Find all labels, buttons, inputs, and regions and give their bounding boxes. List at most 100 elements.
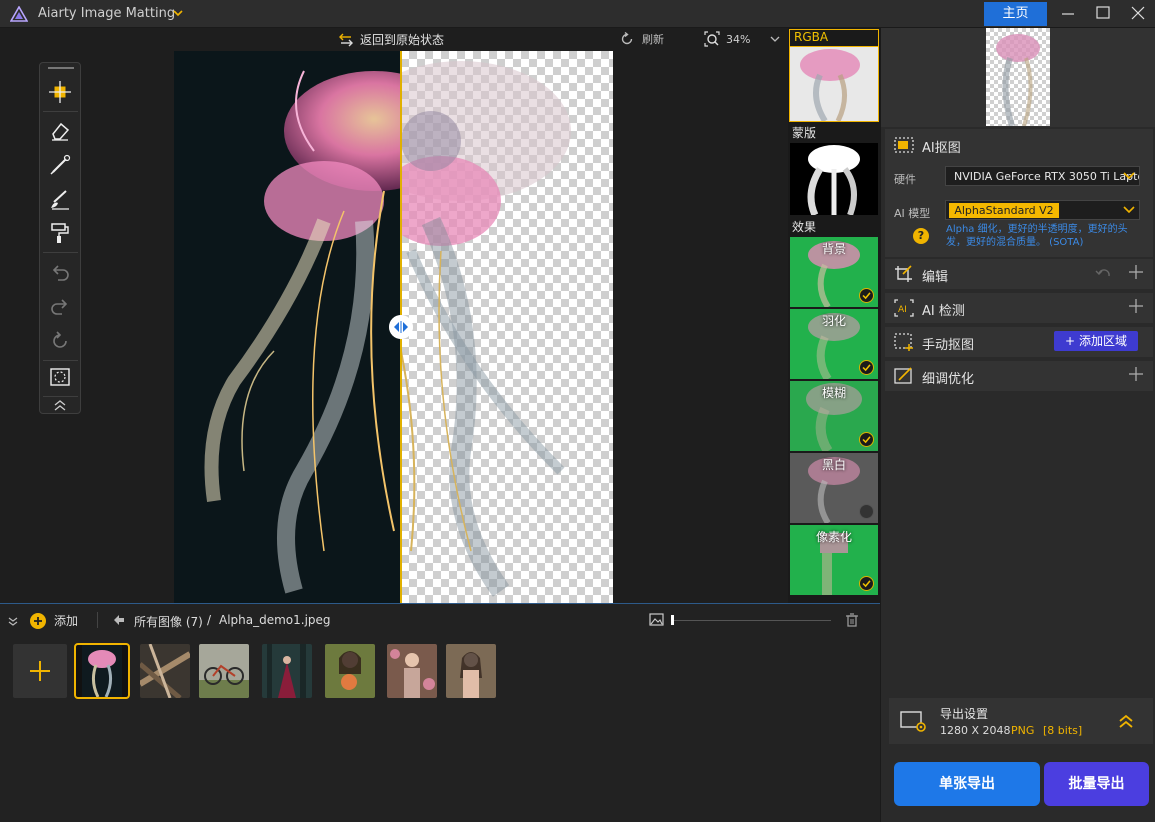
thumbnail-forest-woman[interactable] xyxy=(262,644,312,698)
single-export-button[interactable]: 单张导出 xyxy=(894,762,1040,806)
thumbnail-leaves[interactable] xyxy=(140,644,190,698)
add-image-tile[interactable] xyxy=(13,644,67,698)
move-tool-icon[interactable] xyxy=(49,81,71,103)
thumbnail-size-slider[interactable] xyxy=(671,620,831,621)
export-bits: [8 bits] xyxy=(1043,724,1083,737)
navigator-thumbnail[interactable] xyxy=(986,28,1050,126)
minimize-icon[interactable] xyxy=(1058,4,1078,22)
canvas-toolbar: 返回到原始状态 刷新 34% xyxy=(0,28,788,50)
thumbnail-woman-roses[interactable] xyxy=(387,644,437,698)
add-label: 添加 xyxy=(54,614,79,628)
thumbnail-image xyxy=(140,644,190,698)
undo-icon[interactable] xyxy=(1095,267,1111,281)
effect-pixelate[interactable]: 像素化 xyxy=(790,525,878,595)
mask-label: 蒙版 xyxy=(792,126,817,140)
divider xyxy=(43,360,78,361)
ai-matting-title: AI抠图 xyxy=(922,141,961,156)
brush-icon[interactable] xyxy=(49,154,71,176)
model-select[interactable]: AlphaStandard V2 xyxy=(945,200,1140,220)
divider xyxy=(97,612,98,628)
canvas-area[interactable]: 返回到原始状态 刷新 34% xyxy=(0,28,788,603)
jellyfish-original-image xyxy=(174,51,464,603)
batch-export-button[interactable]: 批量导出 xyxy=(1044,762,1149,806)
edit-section[interactable]: 编辑 xyxy=(885,259,1153,289)
plus-icon[interactable] xyxy=(1129,265,1143,279)
thumbnail-bicycle[interactable] xyxy=(199,644,249,698)
image-preview[interactable] xyxy=(174,51,613,603)
hardware-select[interactable]: NVIDIA GeForce RTX 3050 Ti Laptop xyxy=(945,166,1140,186)
back-arrow-icon[interactable] xyxy=(113,614,125,626)
close-icon[interactable] xyxy=(1128,4,1148,22)
gallery-toolbar: 添加 所有图像 (7) / Alpha_demo1.jpeg xyxy=(0,604,880,634)
thumbnail-woman-flowers[interactable] xyxy=(325,644,375,698)
effect-blur[interactable]: 模糊 xyxy=(790,381,878,451)
manual-select-icon xyxy=(894,333,913,351)
effect-name: 黑白 xyxy=(821,458,846,472)
export-settings[interactable]: 导出设置 1280 X 2048 PNG [8 bits] xyxy=(889,698,1153,744)
zoom-value: 34% xyxy=(726,32,751,46)
collapse-down-icon[interactable] xyxy=(8,616,18,626)
navigator-image xyxy=(996,34,1040,126)
redo-icon[interactable] xyxy=(49,295,71,317)
drag-handle[interactable] xyxy=(48,67,74,69)
add-region-button[interactable]: + 添加区域 xyxy=(1054,331,1138,351)
ai-detect-section[interactable]: AI AI 检测 xyxy=(885,293,1153,323)
check-icon xyxy=(859,288,874,303)
divider xyxy=(43,111,78,112)
plus-icon[interactable] xyxy=(1129,367,1143,381)
refresh-button[interactable]: 刷新 xyxy=(620,31,664,47)
plus-icon[interactable] xyxy=(1129,299,1143,313)
help-icon[interactable]: ? xyxy=(913,228,929,244)
thumbnail-jellyfish[interactable] xyxy=(74,643,130,699)
effect-feather[interactable]: 羽化 xyxy=(790,309,878,379)
image-gallery: 添加 所有图像 (7) / Alpha_demo1.jpeg xyxy=(0,603,880,822)
manual-matting-title: 手动抠图 xyxy=(922,338,975,353)
check-icon xyxy=(859,360,874,375)
undo-icon[interactable] xyxy=(49,261,71,283)
refine-title: 细调优化 xyxy=(922,372,975,387)
smart-brush-icon[interactable] xyxy=(49,188,71,210)
manual-matting-section[interactable]: 手动抠图 + 添加区域 xyxy=(885,327,1153,357)
chevron-down-icon[interactable] xyxy=(173,9,183,17)
collapse-up-icon[interactable] xyxy=(49,398,71,412)
effect-background[interactable]: 背景 xyxy=(790,237,878,307)
compare-view-icon[interactable] xyxy=(49,366,71,388)
breadcrumb-separator: / xyxy=(207,613,212,627)
reset-icon[interactable] xyxy=(49,329,71,351)
jellyfish-matted-image xyxy=(351,61,571,597)
paint-roller-icon[interactable] xyxy=(49,222,71,244)
eraser-icon[interactable] xyxy=(49,120,71,142)
refine-section[interactable]: 细调优化 xyxy=(885,361,1153,391)
trash-icon[interactable] xyxy=(845,613,859,627)
compare-slider-handle-icon[interactable] xyxy=(389,315,413,339)
chevron-double-up-icon[interactable] xyxy=(1118,713,1134,729)
add-circle-icon xyxy=(30,612,46,629)
mask-preview[interactable] xyxy=(790,143,878,215)
thumbnail-image xyxy=(82,645,122,697)
effect-black-white[interactable]: 黑白 xyxy=(790,453,878,523)
check-icon xyxy=(859,432,874,447)
rgba-preview-image xyxy=(790,47,878,121)
maximize-icon[interactable] xyxy=(1093,4,1113,22)
thumbnail-woman-garden[interactable] xyxy=(446,644,496,698)
revert-button[interactable]: 返回到原始状态 xyxy=(338,31,444,48)
title-bar: Aiarty Image Matting 主页 xyxy=(0,0,1155,28)
image-size-icon xyxy=(649,613,664,626)
model-label: AI 模型 xyxy=(894,207,931,220)
chevron-down-icon[interactable] xyxy=(1123,172,1135,180)
all-images-link[interactable]: 所有图像 (7) xyxy=(134,613,203,630)
rgba-preview[interactable] xyxy=(789,46,879,122)
add-images-button[interactable]: 添加 xyxy=(30,612,78,629)
current-file-name: Alpha_demo1.jpeg xyxy=(219,613,331,627)
thumbnail-image xyxy=(339,651,361,690)
thumbnail-image xyxy=(199,664,249,698)
slider-thumb[interactable] xyxy=(671,615,674,625)
chevron-down-icon[interactable] xyxy=(1123,206,1135,214)
home-button[interactable]: 主页 xyxy=(984,2,1047,26)
revert-label: 返回到原始状态 xyxy=(360,33,445,47)
ai-detect-title: AI 检测 xyxy=(922,304,965,319)
chevron-down-icon[interactable] xyxy=(770,35,780,43)
ai-matting-section: AI抠图 硬件 NVIDIA GeForce RTX 3050 Ti Lapto… xyxy=(885,129,1153,257)
zoom-control[interactable]: 34% xyxy=(704,31,780,47)
effect-name: 模糊 xyxy=(821,386,846,400)
